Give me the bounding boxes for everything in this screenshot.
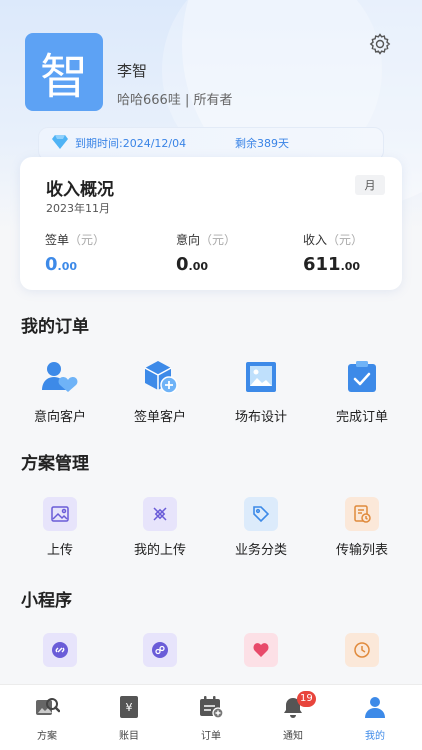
user-name: 李智 (117, 62, 148, 80)
order-item-signed-customer[interactable]: 签单客户 (110, 360, 210, 425)
mini-item-3[interactable] (211, 633, 311, 675)
stat-decimal: .00 (188, 260, 209, 273)
range-month-button[interactable]: 月 (355, 175, 385, 195)
my-uploads-icon (153, 507, 167, 521)
order-item-venue-design[interactable]: 场布设计 (211, 360, 311, 425)
tab-ledger[interactable]: ¥ 账目 (87, 695, 171, 742)
order-item-label: 场布设计 (234, 410, 287, 425)
tab-label: 我的 (365, 731, 385, 742)
stat-unit: （元） (327, 233, 364, 247)
order-item-label: 意向客户 (33, 410, 86, 425)
svg-text:¥: ¥ (126, 701, 133, 714)
vip-expiry-bar[interactable]: 到期时间:2024/12/04 剩余389天 (38, 127, 384, 161)
stat-unit: （元） (200, 233, 237, 247)
stat-unit: （元） (69, 233, 106, 247)
tab-label: 通知 (283, 731, 303, 742)
bottom-tab-bar: 方案 ¥ 账目 订单 19 通知 我的 (0, 684, 422, 750)
heart-icon (253, 643, 269, 657)
expiry-date: 到期时间:2024/12/04 (75, 137, 187, 150)
completed-order-icon (348, 361, 376, 392)
user-role: 哈哈666哇 | 所有者 (117, 93, 233, 108)
upload-image-icon (51, 506, 69, 522)
profile-tab-icon (365, 697, 385, 718)
stat-label: 意向 (176, 233, 201, 247)
income-period: 2023年11月 (46, 202, 110, 215)
order-item-intent-customer[interactable]: 意向客户 (10, 360, 110, 425)
avatar[interactable]: 智 (25, 33, 103, 111)
transfer-list-icon (354, 505, 371, 523)
order-tab-icon (200, 696, 224, 719)
tab-label: 账目 (119, 731, 139, 742)
signed-customer-icon (144, 361, 178, 394)
plan-item-transfer-list[interactable]: 传输列表 (312, 497, 412, 558)
stat-signed: 签单（元） 0.00 (45, 231, 105, 275)
stat-value: 611 (303, 254, 341, 275)
stat-label: 签单 (45, 233, 70, 247)
stat-label: 收入 (303, 233, 328, 247)
notification-badge: 19 (297, 691, 316, 707)
stat-decimal: .00 (57, 260, 78, 273)
plan-item-category[interactable]: 业务分类 (211, 497, 311, 558)
clock-icon (354, 642, 370, 658)
plan-item-upload[interactable]: 上传 (10, 497, 110, 558)
ledger-tab-icon: ¥ (120, 696, 138, 718)
plan-item-my-uploads[interactable]: 我的上传 (110, 497, 210, 558)
tab-profile[interactable]: 我的 (333, 695, 417, 742)
link-icon (52, 642, 68, 658)
plan-item-label: 传输列表 (335, 543, 388, 558)
gear-icon[interactable] (368, 32, 392, 56)
plan-item-label: 上传 (46, 543, 73, 558)
stat-decimal: .00 (340, 260, 361, 273)
order-item-label: 完成订单 (335, 410, 388, 425)
mini-item-2[interactable] (110, 633, 210, 675)
plan-tab-icon (36, 698, 61, 715)
tab-label: 方案 (37, 731, 57, 742)
tab-plan[interactable]: 方案 (5, 695, 89, 742)
tag-icon (253, 506, 270, 523)
plan-item-label: 业务分类 (234, 543, 287, 558)
stat-value: 0 (176, 254, 189, 275)
tab-label: 订单 (201, 731, 221, 742)
income-title: 收入概况 (46, 180, 114, 200)
plan-item-label: 我的上传 (133, 543, 186, 558)
venue-design-icon (246, 362, 276, 392)
mini-section-title: 小程序 (21, 591, 72, 611)
avatar-char: 智 (39, 49, 88, 105)
stat-value: 0 (45, 254, 58, 275)
mini-program-icon (152, 642, 168, 658)
intent-customer-icon (42, 362, 78, 392)
mini-item-4[interactable] (312, 633, 412, 675)
stat-income: 收入（元） 611.00 (303, 231, 363, 275)
tab-order[interactable]: 订单 (169, 695, 253, 742)
plans-section-title: 方案管理 (21, 454, 89, 474)
diamond-icon (52, 135, 68, 149)
remaining-days: 剩余389天 (235, 137, 289, 150)
mini-item-1[interactable] (10, 633, 110, 675)
orders-section-title: 我的订单 (21, 317, 89, 337)
order-item-label: 签单客户 (133, 410, 186, 425)
tab-notify[interactable]: 19 通知 (251, 691, 335, 742)
income-card: 收入概况 2023年11月 月 签单（元） 0.00 意向（元） 0.00 收入… (20, 157, 402, 290)
order-item-completed[interactable]: 完成订单 (312, 360, 412, 425)
stat-intent: 意向（元） 0.00 (176, 231, 236, 275)
